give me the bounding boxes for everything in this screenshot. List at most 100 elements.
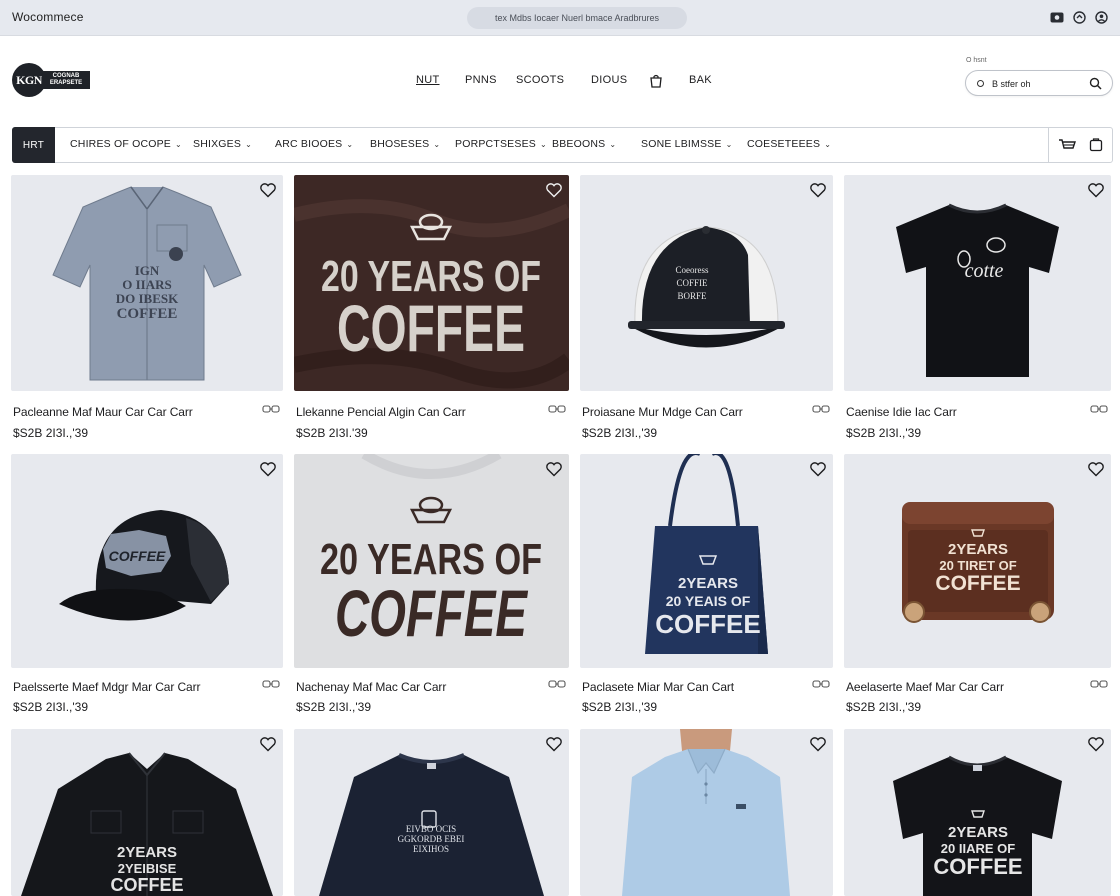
search-input[interactable] (992, 76, 1082, 92)
product-image-black-work-shirt[interactable]: 2YEARS 2YEIBISE COFFEE (11, 729, 283, 896)
shirt-print-text: 2YEIBISE (118, 861, 177, 876)
shirt-print-text: DO IBESK (116, 291, 179, 306)
category-dropdown-7[interactable]: SONE LBIMSSE ⌄ (641, 138, 733, 150)
product-card[interactable]: 2YEARS 20 IIARE OF COFFEE (844, 729, 1111, 896)
sleeve-print-text: GGKORDB EBEI (398, 834, 465, 844)
shopping-bag-icon[interactable] (650, 74, 662, 88)
product-name[interactable]: Nachenay Maf Mac Car Carr (296, 680, 446, 694)
compare-icon[interactable] (548, 678, 566, 690)
browser-title: Wocommece (12, 10, 84, 24)
wishlist-heart-icon[interactable] (545, 181, 563, 199)
slogan-line2: COFFEE (335, 576, 528, 650)
product-image-navy-long-sleeve[interactable]: EIVBO OCIS GGKORDB EBEI EIXIHOS (294, 729, 569, 896)
product-image-grey-work-shirt[interactable]: IGN O IIARS DO IBESK COFFEE (11, 175, 283, 391)
case-print-text: 20 TIRET OF (939, 558, 1016, 573)
case-print-text: COFFEE (935, 572, 1020, 595)
category-dropdown-1[interactable]: CHIRES OF OCOPE ⌄ (70, 138, 182, 150)
product-name[interactable]: Proiasane Mur Mdge Can Carr (582, 405, 743, 419)
compare-icon[interactable] (812, 678, 830, 690)
category-dropdown-6[interactable]: BBEOONS ⌄ (552, 138, 616, 150)
category-dropdown-5[interactable]: PORPCTSESES ⌄ (455, 138, 547, 150)
extension-icon[interactable] (1072, 10, 1086, 24)
compare-icon[interactable] (262, 403, 280, 415)
product-name[interactable]: Paelsserte Maef Mdgr Mar Car Carr (13, 680, 201, 694)
product-card[interactable]: 20 YEARS OF COFFEE Llekanne Pencial Algi… (294, 175, 569, 445)
nav-item-scoots[interactable]: SCOOTS (516, 74, 564, 86)
search-caption: O hsnt (966, 57, 987, 64)
address-bar[interactable]: tex Mdbs Iocaer Nuerl bmace Aradbrures (467, 7, 687, 29)
product-image-navy-tote-bag[interactable]: 2YEARS 20 YEAIS OF COFFEE (580, 454, 833, 668)
product-name[interactable]: Aeelaserte Maef Mar Car Carr (846, 680, 1004, 694)
compare-icon[interactable] (548, 403, 566, 415)
category-dropdown-8[interactable]: COESETEEES ⌄ (747, 138, 831, 150)
product-card[interactable]: Coeoress COFFIE BORFE Proiasane Mur Mdge… (580, 175, 833, 445)
nav-item-dious[interactable]: DIOUS (591, 74, 627, 86)
wishlist-heart-icon[interactable] (545, 460, 563, 478)
compare-icon[interactable] (1090, 678, 1108, 690)
product-image-brown-coffee-case[interactable]: 2YEARS 20 TIRET OF COFFEE (844, 454, 1111, 668)
product-card[interactable]: 2YEARS 2YEIBISE COFFEE (11, 729, 283, 896)
wishlist-heart-icon[interactable] (545, 735, 563, 753)
product-image-black-tee-coffee[interactable]: 2YEARS 20 IIARE OF COFFEE (844, 729, 1111, 896)
search-icon[interactable] (1089, 77, 1102, 95)
product-name[interactable]: Caenise Idie Iac Carr (846, 405, 957, 419)
cart-icon[interactable] (1058, 137, 1076, 153)
tee-print-text: 2YEARS (948, 824, 1008, 841)
category-dropdown-4[interactable]: BHOSESES ⌄ (370, 138, 440, 150)
wishlist-heart-icon[interactable] (259, 735, 277, 753)
wishlist-heart-icon[interactable] (809, 460, 827, 478)
nav-item-nut[interactable]: NUT (416, 74, 440, 86)
product-image-black-mesh-cap[interactable]: COFFEE (11, 454, 283, 668)
camera-icon[interactable] (1050, 10, 1064, 24)
wishlist-heart-icon[interactable] (809, 735, 827, 753)
wishlist-heart-icon[interactable] (809, 181, 827, 199)
category-label: ARC BIOOES (275, 138, 343, 150)
shirt-print-text: COFFEE (117, 306, 178, 322)
slogan-line2: COFFEE (337, 291, 525, 365)
nav-item-bak[interactable]: BAK (689, 74, 712, 86)
category-dropdown-3[interactable]: ARC BIOOES ⌄ (275, 138, 353, 150)
wishlist-heart-icon[interactable] (259, 181, 277, 199)
category-dropdown-2[interactable]: SHIXGES ⌄ (193, 138, 252, 150)
compare-icon[interactable] (1090, 403, 1108, 415)
product-image-black-tee-logo[interactable]: cotte (844, 175, 1111, 391)
product-card[interactable]: 2YEARS 20 TIRET OF COFFEE Aeelaserte Mae… (844, 454, 1111, 720)
sleeve-print-text: EIVBO OCIS (406, 824, 456, 834)
nav-item-pnns[interactable]: PNNS (465, 74, 497, 86)
product-price: $S2B 2I3I.,'39 (582, 426, 658, 440)
compare-icon[interactable] (262, 678, 280, 690)
wishlist-heart-icon[interactable] (1087, 735, 1105, 753)
wishlist-heart-icon[interactable] (259, 460, 277, 478)
product-card[interactable]: IGN O IIARS DO IBESK COFFEE Pacleanne Ma… (11, 175, 283, 445)
chevron-down-icon: ⌄ (346, 139, 354, 149)
category-home-tab[interactable]: HRT (12, 127, 55, 163)
product-card[interactable]: EIVBO OCIS GGKORDB EBEI EIXIHOS (294, 729, 569, 896)
tee-print-text: cotte (965, 260, 1004, 282)
product-name[interactable]: Pacleanne Maf Maur Car Car Carr (13, 405, 193, 419)
product-name[interactable]: Llekanne Pencial Algin Can Carr (296, 405, 466, 419)
product-name[interactable]: Paclasete Miar Mar Can Cart (582, 680, 734, 694)
compare-icon[interactable] (812, 403, 830, 415)
product-card[interactable]: 20 YEARS OF COFFEE Nachenay Maf Mac Car … (294, 454, 569, 720)
category-label: SHIXGES (193, 138, 242, 150)
chevron-down-icon: ⌄ (433, 139, 441, 149)
chevron-down-icon: ⌄ (725, 139, 733, 149)
search-box (965, 70, 1113, 96)
chevron-down-icon: ⌄ (175, 139, 182, 149)
bag-icon[interactable] (1089, 137, 1105, 153)
wishlist-heart-icon[interactable] (1087, 460, 1105, 478)
shirt-print-text: O IIARS (122, 277, 172, 292)
category-label: SONE LBIMSSE (641, 138, 722, 150)
product-image-black-trucker-cap[interactable]: Coeoress COFFIE BORFE (580, 175, 833, 391)
chevron-down-icon: ⌄ (539, 139, 547, 149)
product-card[interactable]: 2YEARS 20 YEAIS OF COFFEE Paclasete Miar… (580, 454, 833, 720)
product-image-grey-20-years-tee[interactable]: 20 YEARS OF COFFEE (294, 454, 569, 668)
product-image-brown-20-years-tee[interactable]: 20 YEARS OF COFFEE (294, 175, 569, 391)
product-card[interactable]: COFFEE Paelsserte Maef Mdgr Mar Car Carr… (11, 454, 283, 720)
product-card[interactable] (580, 729, 833, 896)
wishlist-heart-icon[interactable] (1087, 181, 1105, 199)
account-icon[interactable] (1094, 10, 1108, 24)
product-image-light-blue-polo[interactable] (580, 729, 833, 896)
cap-print-text: Coeoress (676, 265, 709, 275)
product-card[interactable]: cotte Caenise Idie Iac Carr $S2B 2I3I.,'… (844, 175, 1111, 445)
